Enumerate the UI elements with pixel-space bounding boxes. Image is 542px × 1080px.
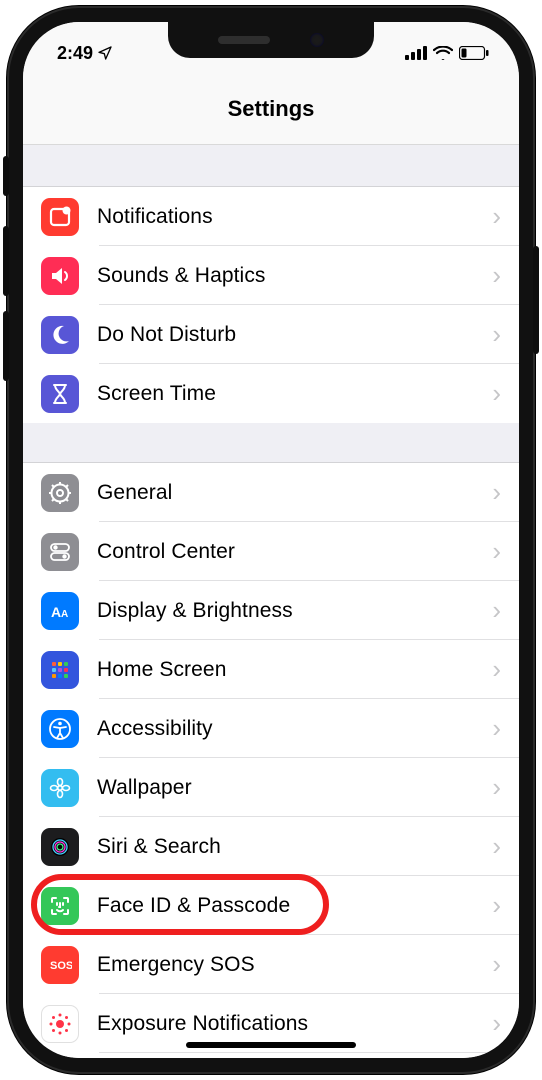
gear-icon bbox=[41, 474, 79, 512]
sos-icon: SOS bbox=[41, 946, 79, 984]
chevron-right-icon: › bbox=[492, 831, 501, 862]
aa-icon: AA bbox=[41, 592, 79, 630]
settings-row-notifications[interactable]: Notifications › bbox=[23, 187, 519, 246]
settings-row-label: Wallpaper bbox=[97, 776, 484, 800]
cellular-signal-icon bbox=[405, 46, 427, 60]
settings-row-label: Notifications bbox=[97, 205, 484, 229]
svg-text:A: A bbox=[51, 604, 61, 620]
side-button bbox=[533, 246, 539, 354]
hourglass-icon bbox=[41, 375, 79, 413]
settings-row-label: Accessibility bbox=[97, 717, 484, 741]
page-title: Settings bbox=[23, 74, 519, 145]
settings-group-2: General › Control Center › AA Display & … bbox=[23, 463, 519, 1058]
speaker-grille bbox=[218, 36, 270, 44]
status-left: 2:49 bbox=[57, 33, 113, 64]
settings-row-label: General bbox=[97, 481, 484, 505]
phone-frame: 2:49 bbox=[7, 6, 535, 1074]
moon-icon bbox=[41, 316, 79, 354]
volume-up-button bbox=[3, 226, 9, 296]
settings-row-label: Exposure Notifications bbox=[97, 1012, 484, 1036]
notifications-icon bbox=[41, 198, 79, 236]
settings-row-sos[interactable]: SOS Emergency SOS › bbox=[23, 935, 519, 994]
settings-group-1: Notifications › Sounds & Haptics › Do No… bbox=[23, 187, 519, 423]
grid-icon bbox=[41, 651, 79, 689]
location-arrow-icon bbox=[97, 45, 113, 61]
sounds-icon bbox=[41, 257, 79, 295]
front-camera bbox=[310, 33, 324, 47]
settings-row-label: Sounds & Haptics bbox=[97, 264, 484, 288]
settings-row-sounds[interactable]: Sounds & Haptics › bbox=[23, 246, 519, 305]
settings-row-label: Display & Brightness bbox=[97, 599, 484, 623]
settings-row-screentime[interactable]: Screen Time › bbox=[23, 364, 519, 423]
battery-icon bbox=[459, 46, 489, 60]
settings-row-faceid[interactable]: Face ID & Passcode › bbox=[23, 876, 519, 935]
chevron-right-icon: › bbox=[492, 713, 501, 744]
chevron-right-icon: › bbox=[492, 378, 501, 409]
svg-text:A: A bbox=[61, 609, 68, 620]
chevron-right-icon: › bbox=[492, 949, 501, 980]
settings-row-siri[interactable]: Siri & Search › bbox=[23, 817, 519, 876]
chevron-right-icon: › bbox=[492, 595, 501, 626]
notch bbox=[168, 22, 374, 58]
chevron-right-icon: › bbox=[492, 654, 501, 685]
volume-down-button bbox=[3, 311, 9, 381]
settings-row-accessibility[interactable]: Accessibility › bbox=[23, 699, 519, 758]
wifi-icon bbox=[433, 46, 453, 60]
flower-icon bbox=[41, 769, 79, 807]
settings-row-wallpaper[interactable]: Wallpaper › bbox=[23, 758, 519, 817]
chevron-right-icon: › bbox=[492, 319, 501, 350]
chevron-right-icon: › bbox=[492, 772, 501, 803]
svg-text:SOS: SOS bbox=[50, 960, 72, 972]
status-time: 2:49 bbox=[57, 43, 93, 64]
accessibility-icon bbox=[41, 710, 79, 748]
settings-row-dnd[interactable]: Do Not Disturb › bbox=[23, 305, 519, 364]
settings-row-label: Home Screen bbox=[97, 658, 484, 682]
status-right bbox=[405, 36, 489, 60]
settings-row-homescreen[interactable]: Home Screen › bbox=[23, 640, 519, 699]
settings-row-general[interactable]: General › bbox=[23, 463, 519, 522]
group-separator bbox=[23, 145, 519, 187]
toggles-icon bbox=[41, 533, 79, 571]
settings-row-battery[interactable]: Battery › bbox=[23, 1053, 519, 1058]
faceid-icon bbox=[41, 887, 79, 925]
settings-row-display[interactable]: AA Display & Brightness › bbox=[23, 581, 519, 640]
chevron-right-icon: › bbox=[492, 890, 501, 921]
screen: 2:49 bbox=[23, 22, 519, 1058]
settings-row-label: Face ID & Passcode bbox=[97, 894, 484, 918]
chevron-right-icon: › bbox=[492, 477, 501, 508]
exposure-icon bbox=[41, 1005, 79, 1043]
chevron-right-icon: › bbox=[492, 536, 501, 567]
settings-row-label: Siri & Search bbox=[97, 835, 484, 859]
settings-row-label: Control Center bbox=[97, 540, 484, 564]
chevron-right-icon: › bbox=[492, 201, 501, 232]
siri-icon bbox=[41, 828, 79, 866]
mute-switch bbox=[3, 156, 9, 196]
settings-row-label: Emergency SOS bbox=[97, 953, 484, 977]
home-indicator[interactable] bbox=[186, 1042, 356, 1048]
chevron-right-icon: › bbox=[492, 1008, 501, 1039]
group-separator bbox=[23, 423, 519, 463]
chevron-right-icon: › bbox=[492, 260, 501, 291]
settings-row-label: Screen Time bbox=[97, 382, 484, 406]
settings-row-controlcenter[interactable]: Control Center › bbox=[23, 522, 519, 581]
settings-row-label: Do Not Disturb bbox=[97, 323, 484, 347]
